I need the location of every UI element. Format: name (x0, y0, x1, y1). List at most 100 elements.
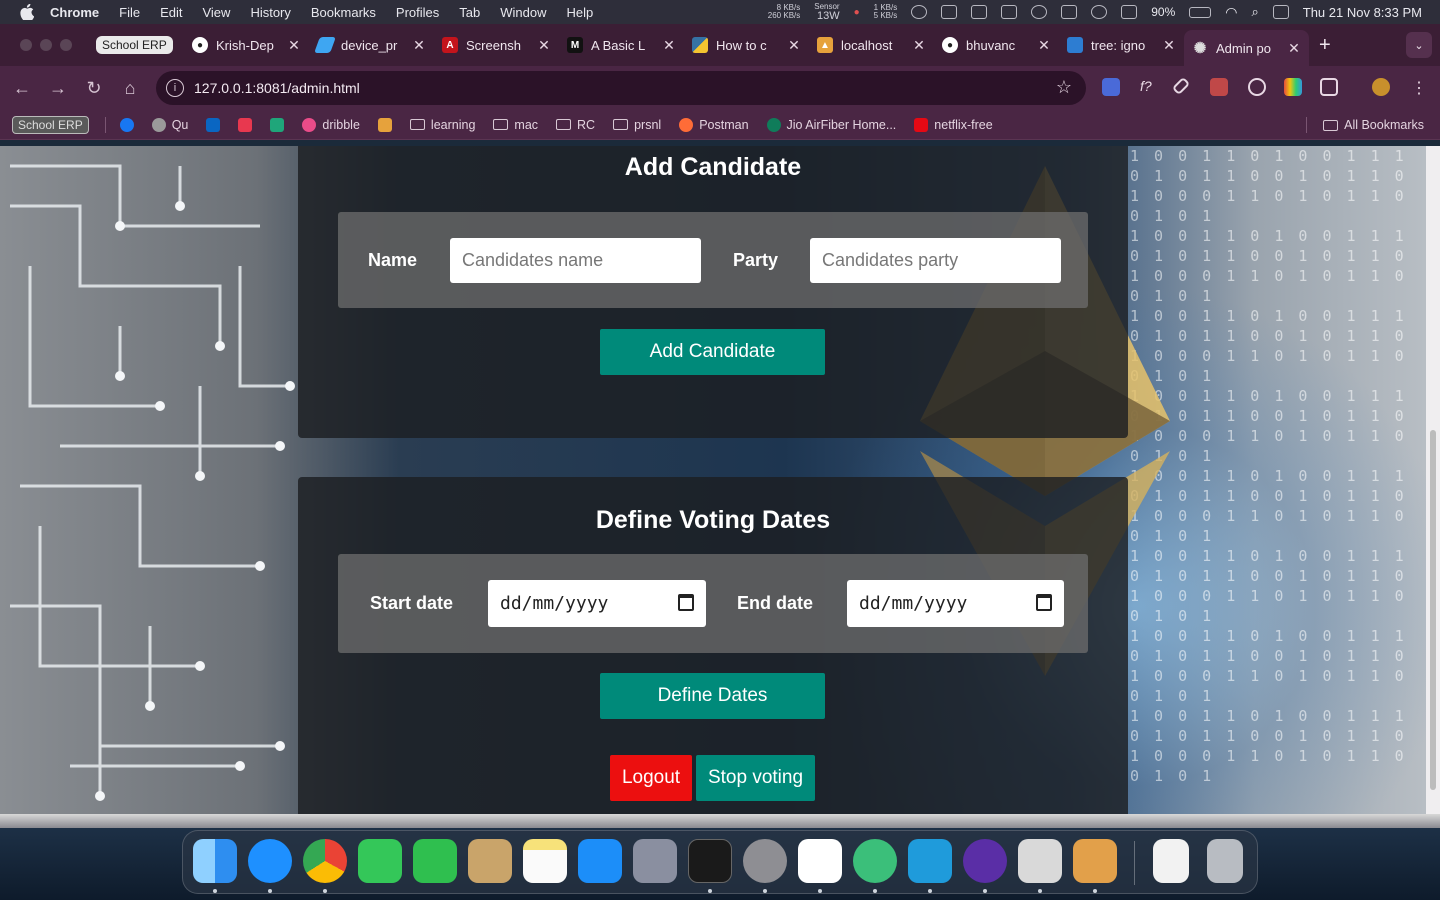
menu-profiles[interactable]: Profiles (396, 5, 439, 20)
close-icon[interactable]: ✕ (287, 37, 301, 54)
menu-window[interactable]: Window (500, 5, 546, 20)
bookmark-school-erp[interactable]: School ERP (12, 115, 89, 134)
battery-icon[interactable] (1189, 6, 1212, 18)
control-center-icon[interactable] (1272, 5, 1289, 19)
page-scrollbar[interactable] (1426, 146, 1440, 814)
profile-avatar[interactable] (1372, 78, 1390, 96)
launchpad-icon[interactable] (633, 839, 677, 883)
url-text[interactable]: 127.0.0.1:8081/admin.html (194, 80, 360, 96)
close-icon[interactable]: ✕ (912, 37, 926, 54)
screenshot-icon[interactable] (971, 5, 988, 19)
vscode-icon[interactable] (798, 839, 842, 883)
bookmark-linkedin[interactable] (206, 117, 221, 132)
new-tab-button[interactable]: + (1319, 34, 1331, 57)
translate-extension-icon[interactable] (1102, 78, 1120, 96)
tab-tree-ignore[interactable]: tree: igno ✕ (1059, 29, 1184, 61)
home-button[interactable]: ⌂ (112, 78, 148, 99)
close-icon[interactable]: ✕ (1287, 40, 1301, 57)
orb-app-icon[interactable] (963, 839, 1007, 883)
document-icon[interactable] (1153, 839, 1189, 883)
bookmark-script[interactable] (270, 117, 285, 132)
notes-icon[interactable] (523, 839, 567, 883)
transfer-arrow-icon[interactable] (908, 839, 952, 883)
print-extension-icon[interactable] (1210, 78, 1228, 96)
menu-help[interactable]: Help (567, 5, 594, 20)
add-candidate-button[interactable]: Add Candidate (600, 329, 825, 375)
messages-icon[interactable] (358, 839, 402, 883)
facetime-icon[interactable] (413, 839, 457, 883)
tab-krish-dep[interactable]: ● Krish-Dep ✕ (184, 29, 309, 61)
scrollbar-thumb[interactable] (1430, 430, 1436, 790)
close-icon[interactable]: ✕ (537, 37, 551, 54)
color-picker-extension-icon[interactable] (1171, 76, 1191, 96)
close-icon[interactable]: ✕ (1162, 37, 1176, 54)
tab-search-button[interactable]: ⌄ (1406, 32, 1432, 58)
chrome-menu-icon[interactable]: ⋮ (1410, 78, 1428, 97)
window-manager-icon[interactable] (1001, 5, 1018, 19)
close-icon[interactable]: ✕ (412, 37, 426, 54)
menu-tab[interactable]: Tab (459, 5, 480, 20)
menu-file[interactable]: File (119, 5, 140, 20)
tab-localhost[interactable]: ▲ localhost ✕ (809, 29, 934, 61)
all-bookmarks[interactable]: All Bookmarks (1306, 117, 1424, 133)
candidate-party-input[interactable] (810, 238, 1061, 283)
tab-device-pr[interactable]: device_pr ✕ (309, 29, 434, 61)
system-settings-icon[interactable] (743, 839, 787, 883)
close-icon[interactable]: ✕ (662, 37, 676, 54)
bookmark-quora[interactable]: Qu (151, 117, 188, 132)
broom-cleaner-icon[interactable] (853, 839, 897, 883)
candidate-name-input[interactable] (450, 238, 701, 283)
bluetooth-icon[interactable] (1091, 5, 1108, 19)
trash-icon[interactable] (1207, 839, 1243, 883)
close-icon[interactable]: ✕ (1037, 37, 1051, 54)
clock[interactable]: Thu 21 Nov 8:33 PM (1303, 5, 1422, 20)
end-date-input[interactable]: dd/mm/yyyy (847, 580, 1064, 627)
tab-school-erp[interactable]: School ERP (88, 29, 184, 61)
display-icon[interactable] (1121, 5, 1138, 19)
app-store-icon[interactable] (578, 839, 622, 883)
apple-menu-icon[interactable] (18, 3, 36, 21)
bookmark-netflix-free[interactable]: netflix-free (914, 117, 993, 132)
reload-button[interactable]: ↻ (76, 78, 112, 99)
tab-admin-portal[interactable]: ✺ Admin po ✕ (1184, 30, 1309, 66)
calendar-icon[interactable] (678, 594, 694, 611)
menu-app-name[interactable]: Chrome (50, 5, 99, 20)
close-window-button[interactable] (20, 39, 32, 51)
colorful-extension-icon[interactable] (1284, 78, 1302, 96)
layers-icon[interactable] (1061, 5, 1078, 19)
sandbox-box-icon[interactable] (1073, 839, 1117, 883)
menu-view[interactable]: View (202, 5, 230, 20)
close-icon[interactable]: ✕ (787, 37, 801, 54)
wifi-icon[interactable]: ◠ (1225, 4, 1237, 21)
search-icon[interactable]: ⌕ (1251, 4, 1258, 20)
tab-how-to[interactable]: How to c ✕ (684, 29, 809, 61)
back-button[interactable]: ← (4, 78, 40, 99)
minimize-window-button[interactable] (40, 39, 52, 51)
forward-button[interactable]: → (40, 78, 76, 99)
safari-icon[interactable] (248, 839, 292, 883)
menu-bookmarks[interactable]: Bookmarks (311, 5, 376, 20)
calendar-icon[interactable] (1036, 594, 1052, 611)
tab-screensh[interactable]: A Screensh ✕ (434, 29, 559, 61)
bookmark-folder-learning[interactable]: learning (409, 118, 475, 132)
bookmark-ganache[interactable] (377, 117, 392, 132)
stop-voting-button[interactable]: Stop voting (696, 755, 815, 801)
tab-bhuvanc[interactable]: ● bhuvanc ✕ (934, 29, 1059, 61)
compass-icon[interactable] (1031, 5, 1048, 19)
keyboard-icon[interactable] (941, 5, 958, 19)
zoom-window-button[interactable] (60, 39, 72, 51)
start-date-input[interactable]: dd/mm/yyyy (488, 580, 706, 627)
bookmark-dribble[interactable]: dribble (302, 117, 360, 132)
terminal-icon[interactable] (688, 839, 732, 883)
define-dates-button[interactable]: Define Dates (600, 673, 825, 719)
chrome-icon[interactable] (303, 839, 347, 883)
bookmark-facebook[interactable] (119, 117, 134, 132)
menu-history[interactable]: History (250, 5, 290, 20)
extensions-puzzle-icon[interactable] (1320, 78, 1338, 96)
finder-icon[interactable] (193, 839, 237, 883)
contacts-icon[interactable] (468, 839, 512, 883)
preview-icon[interactable] (1018, 839, 1062, 883)
formula-extension-icon[interactable]: f? (1140, 78, 1158, 96)
bookmark-folder-prsnl[interactable]: prsnl (613, 118, 661, 132)
menu-edit[interactable]: Edit (160, 5, 182, 20)
